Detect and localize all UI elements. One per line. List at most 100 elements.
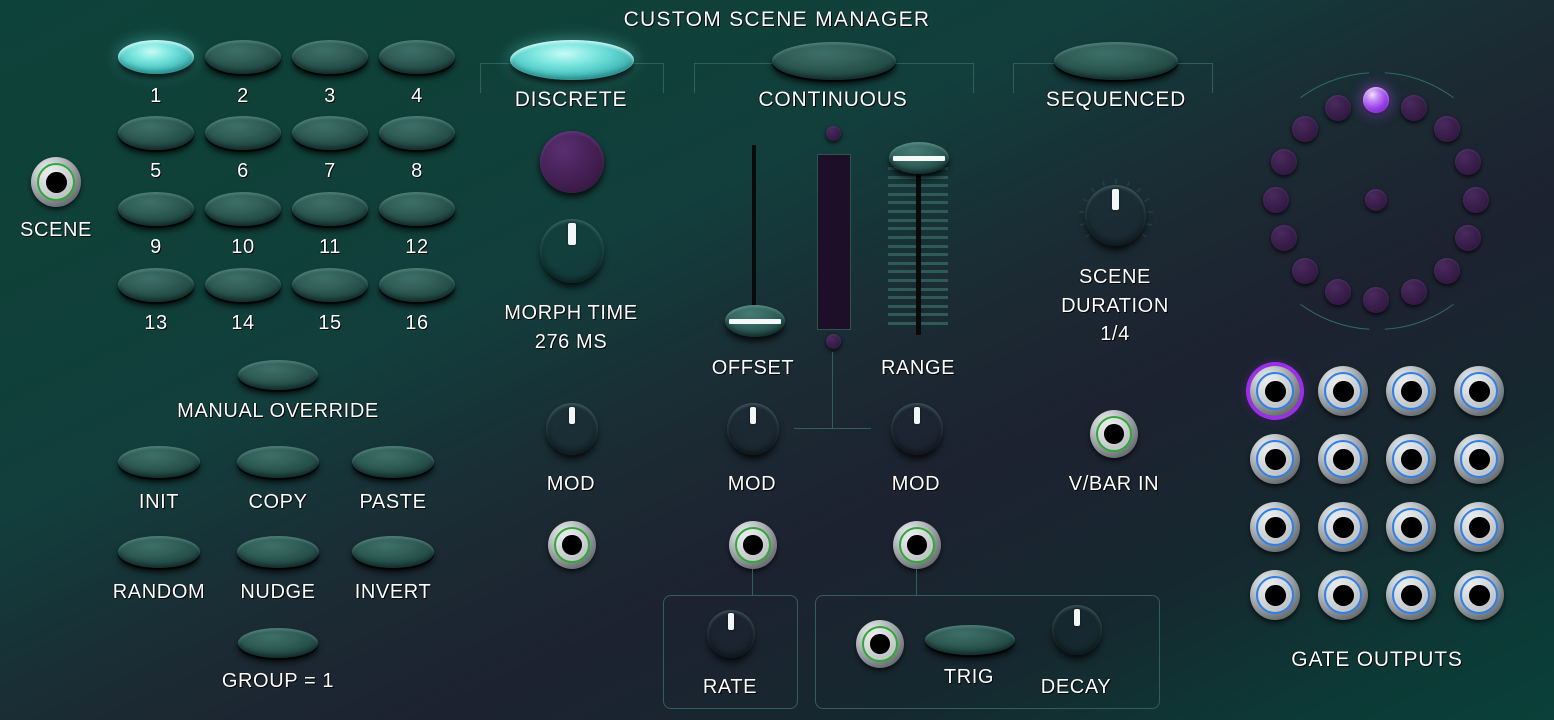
range-slider-track [916,160,921,335]
group-button[interactable] [238,628,318,658]
knob-tick [1147,210,1153,213]
vbar-input-jack[interactable] [1090,410,1138,458]
edit-button-invert[interactable] [352,536,434,568]
scene-button-8[interactable] [379,116,455,150]
scene-duration-value: 1/4 [1100,323,1130,345]
decay-knob[interactable] [1052,605,1102,655]
scene-button-3[interactable] [292,40,368,74]
gate-output-jack-5[interactable] [1250,434,1300,484]
morph-indicator-led [540,131,604,193]
gate-output-jack-6[interactable] [1318,434,1368,484]
jack-hole [1332,448,1354,470]
scene-button-7[interactable] [292,116,368,150]
edit-button-nudge[interactable] [237,536,319,568]
edit-button-random[interactable] [118,536,200,568]
knob-pointer [749,406,757,425]
edit-button-init[interactable] [118,446,200,478]
gate-output-jack-4[interactable] [1454,366,1504,416]
gate-output-jack-10[interactable] [1318,502,1368,552]
scene-button-4[interactable] [379,40,455,74]
continuous-bottom-led [826,334,841,349]
edit-button-label-init: INIT [138,491,180,513]
scene-button-label-10: 10 [231,236,255,258]
manual-override-button[interactable] [238,360,318,390]
mode-button-sequenced[interactable] [1054,42,1178,80]
edit-button-label-paste: PASTE [359,491,427,513]
scene-button-16[interactable] [379,268,455,302]
morph-time-knob[interactable] [540,219,604,283]
trig-connector [916,569,917,595]
offset-mod-knob[interactable] [727,403,779,455]
trig-input-jack[interactable] [856,620,904,668]
jack-hole [1332,516,1354,538]
gate-output-jack-12[interactable] [1454,502,1504,552]
ring-led-4 [1455,148,1482,175]
scene-button-2[interactable] [205,40,281,74]
mode-button-discrete[interactable] [510,40,634,80]
gate-output-jack-15[interactable] [1386,570,1436,620]
ring-led-3 [1433,116,1460,143]
scene-button-14[interactable] [205,268,281,302]
jack-hole [1332,380,1354,402]
morph-mod-input-jack[interactable] [548,521,596,569]
scene-encoder-jack[interactable] [31,157,81,207]
jack-hole [906,534,928,556]
jack-hole [1264,448,1286,470]
knob-tick [1082,197,1088,202]
gate-output-jack-3[interactable] [1386,366,1436,416]
scene-button-1[interactable] [118,40,194,74]
jack-hole [45,171,67,193]
morph-mod-knob[interactable] [546,403,598,455]
ring-led-14 [1270,148,1297,175]
edit-button-paste[interactable] [352,446,434,478]
gate-output-jack-11[interactable] [1386,502,1436,552]
jack-hole [1264,584,1286,606]
knob-tick [1114,178,1117,184]
gate-output-jack-9[interactable] [1250,502,1300,552]
scene-button-6[interactable] [205,116,281,150]
scene-button-9[interactable] [118,192,194,226]
gate-output-jack-14[interactable] [1318,570,1368,620]
scene-button-10[interactable] [205,192,281,226]
gate-output-jack-8[interactable] [1454,434,1504,484]
offset-slider-track [752,145,756,321]
scene-button-15[interactable] [292,268,368,302]
range-slider-handle[interactable] [889,142,949,174]
knob-pointer [567,223,577,246]
scene-button-11[interactable] [292,192,368,226]
knob-tick [1143,197,1149,202]
ring-led-2 [1401,94,1428,121]
gate-output-jack-2[interactable] [1318,366,1368,416]
scene-button-12[interactable] [379,192,455,226]
scene-button-label-16: 16 [405,312,429,334]
trig-button[interactable] [925,625,1015,655]
ring-led-11 [1292,257,1319,284]
mode-button-continuous[interactable] [772,42,896,80]
mode-label-continuous: CONTINUOUS [758,88,908,111]
scene-button-label-12: 12 [405,236,429,258]
knob-tick [1136,187,1141,193]
scene-button-13[interactable] [118,268,194,302]
range-mod-knob[interactable] [891,403,943,455]
page-title: CUSTOM SCENE MANAGER [623,8,931,31]
offset-slider-handle[interactable] [725,305,785,337]
gate-output-jack-13[interactable] [1250,570,1300,620]
ring-led-12 [1270,225,1297,252]
scene-button-5[interactable] [118,116,194,150]
knob-tick [1078,210,1084,213]
scene-duration-knob[interactable] [1085,185,1146,246]
gate-output-jack-7[interactable] [1386,434,1436,484]
jack-hole [1400,516,1422,538]
scene-button-label-6: 6 [237,160,249,182]
scene-button-label-9: 9 [150,236,162,258]
rate-knob[interactable] [707,610,755,658]
scene-button-label-4: 4 [411,85,423,107]
range-mod-input-jack[interactable] [893,521,941,569]
gate-output-jack-1[interactable] [1250,366,1300,416]
gate-output-jack-16[interactable] [1454,570,1504,620]
edit-button-copy[interactable] [237,446,319,478]
ring-led-10 [1324,279,1351,306]
offset-mod-input-jack[interactable] [729,521,777,569]
range-mod-label: MOD [891,473,941,495]
jack-hole [1400,584,1422,606]
